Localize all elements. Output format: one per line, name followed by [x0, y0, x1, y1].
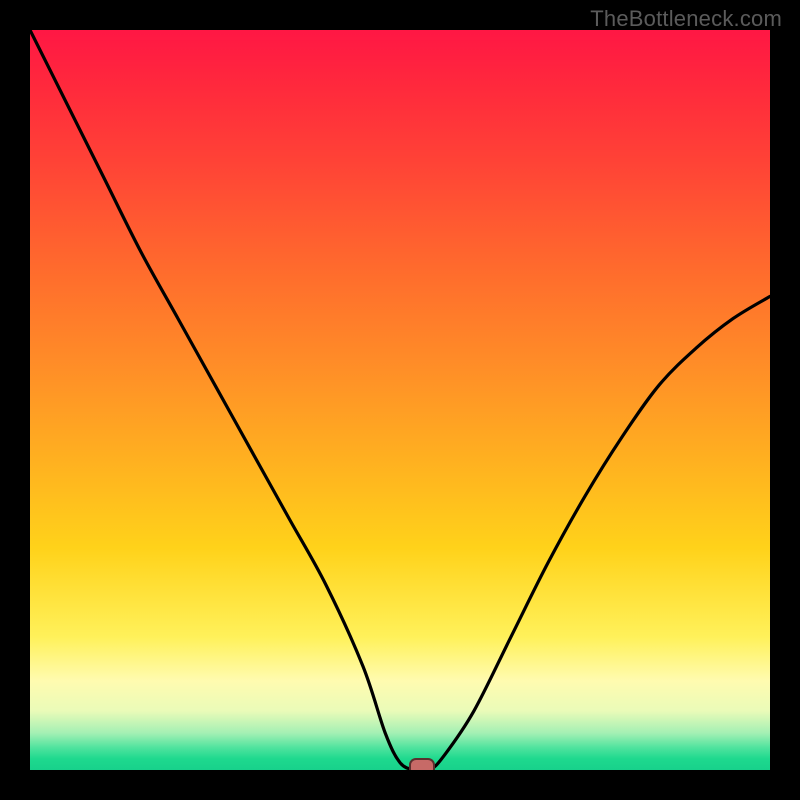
bottleneck-curve: [30, 30, 770, 770]
chart-frame: TheBottleneck.com: [0, 0, 800, 800]
optimal-point-marker: [409, 758, 435, 770]
plot-area: [30, 30, 770, 770]
watermark-text: TheBottleneck.com: [590, 6, 782, 32]
